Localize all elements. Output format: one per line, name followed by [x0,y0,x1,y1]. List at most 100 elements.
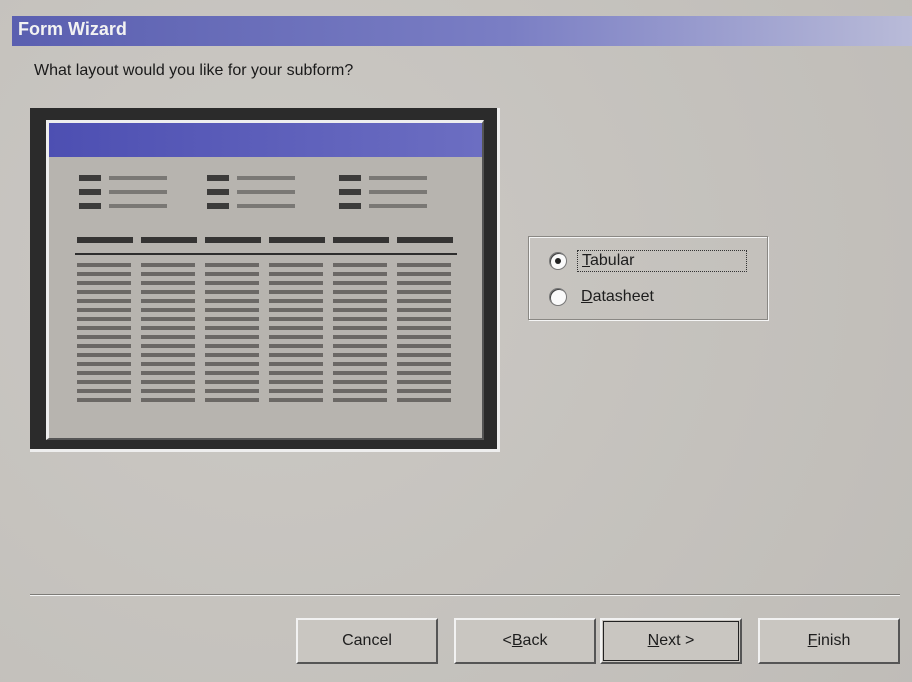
preview-cell [205,317,259,321]
back-button[interactable]: < Back [454,618,596,664]
form-wizard-window: Form Wizard What layout would you like f… [0,0,912,682]
preview-cell [269,371,323,375]
preview-field-label [79,203,101,209]
preview-cell [397,290,451,294]
preview-cell [77,344,131,348]
preview-cell [141,281,195,285]
preview-cell [141,290,195,294]
preview-cell [269,344,323,348]
tabular-option[interactable]: Tabular [549,249,747,273]
datasheet-radio[interactable] [549,288,567,306]
layout-question: What layout would you like for your subf… [34,62,354,79]
preview-field-value [237,190,295,194]
finish-button[interactable]: Finish [758,618,900,664]
preview-cell [333,344,387,348]
preview-cell [397,371,451,375]
preview-cell [397,263,451,267]
preview-cell [77,281,131,285]
preview-field-label [207,189,229,195]
preview-cell [269,317,323,321]
preview-cell [397,389,451,393]
preview-cell [333,308,387,312]
preview-field-value [237,204,295,208]
preview-column-header [205,237,261,243]
preview-field-label [339,175,361,181]
preview-cell [269,398,323,402]
next-button[interactable]: Next > [600,618,742,664]
preview-cell [333,398,387,402]
preview-cell [333,362,387,366]
layout-preview [30,108,500,452]
preview-cell [397,398,451,402]
preview-cell [141,308,195,312]
preview-cell [397,353,451,357]
preview-cell [205,371,259,375]
preview-column-header [397,237,453,243]
preview-cell [269,362,323,366]
layout-option-group: Tabular Datasheet [528,236,768,320]
preview-cell [141,299,195,303]
preview-cell [333,290,387,294]
preview-cell [269,335,323,339]
preview-cell [205,362,259,366]
preview-cell [333,371,387,375]
preview-cell [141,317,195,321]
preview-cell [397,281,451,285]
preview-cell [397,308,451,312]
preview-cell [205,344,259,348]
preview-cell [205,380,259,384]
preview-title-bar [49,123,482,157]
preview-field-value [369,204,427,208]
preview-cell [205,263,259,267]
preview-field-value [109,176,167,180]
preview-cell [77,272,131,276]
tabular-label[interactable]: Tabular [577,250,747,272]
preview-cell [77,317,131,321]
preview-form-image [46,120,484,440]
cancel-button[interactable]: Cancel [296,618,438,664]
preview-cell [269,326,323,330]
preview-field-value [109,204,167,208]
tabular-radio[interactable] [549,252,567,270]
preview-cell [77,380,131,384]
preview-cell [333,353,387,357]
preview-field-value [369,176,427,180]
preview-cell [269,389,323,393]
preview-cell [397,380,451,384]
preview-cell [397,317,451,321]
preview-field-label [207,203,229,209]
datasheet-option[interactable]: Datasheet [549,285,658,309]
preview-cell [205,308,259,312]
preview-column-header [141,237,197,243]
preview-cell [141,326,195,330]
preview-cell [205,326,259,330]
preview-cell [333,272,387,276]
preview-cell [269,281,323,285]
preview-field-label [79,189,101,195]
datasheet-label[interactable]: Datasheet [577,287,658,307]
preview-column-header [269,237,325,243]
window-title: Form Wizard [18,19,127,39]
preview-cell [141,398,195,402]
preview-cell [397,272,451,276]
preview-cell [269,353,323,357]
preview-cell [269,299,323,303]
preview-field-label [339,189,361,195]
preview-cell [141,353,195,357]
preview-cell [77,263,131,267]
preview-field-value [237,176,295,180]
preview-cell [77,290,131,294]
preview-cell [333,317,387,321]
preview-cell [77,299,131,303]
preview-cell [141,272,195,276]
preview-cell [333,380,387,384]
preview-cell [333,335,387,339]
preview-cell [269,380,323,384]
preview-field-label [79,175,101,181]
preview-cell [205,290,259,294]
preview-cell [205,353,259,357]
preview-cell [141,389,195,393]
preview-cell [269,272,323,276]
preview-cell [333,263,387,267]
preview-cell [141,362,195,366]
